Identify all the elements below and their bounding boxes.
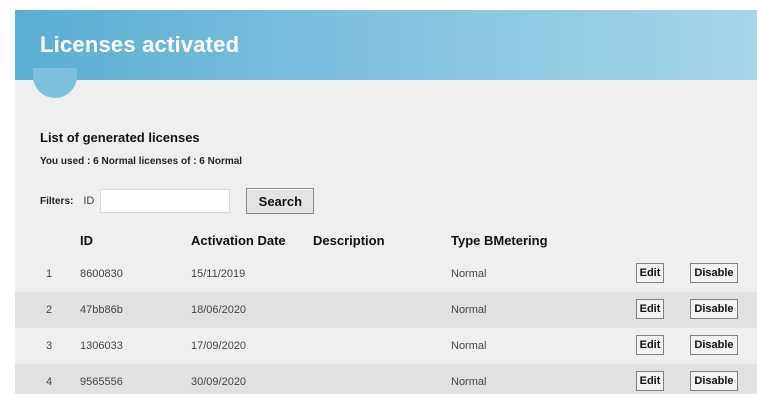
- disable-button[interactable]: Disable: [690, 335, 738, 355]
- license-id: 8600830: [80, 268, 123, 280]
- activation-date: 15/11/2019: [191, 268, 246, 280]
- page-title: Licenses activated: [40, 32, 240, 57]
- table-row: 4 9565556 30/09/2020 Normal Edit Disable: [15, 364, 757, 394]
- row-index: 2: [46, 304, 53, 316]
- id-filter-input[interactable]: [100, 189, 231, 213]
- license-type: Normal: [451, 304, 487, 316]
- license-id: 47bb86b: [80, 304, 123, 316]
- disable-button[interactable]: Disable: [690, 263, 738, 283]
- license-type: Normal: [451, 376, 487, 388]
- filters-label: Filters:: [40, 195, 74, 207]
- license-type: Normal: [451, 340, 487, 352]
- column-header-description: Description: [313, 233, 385, 248]
- list-heading: List of generated licenses: [40, 130, 200, 145]
- edit-button[interactable]: Edit: [636, 371, 664, 391]
- filters-bar: Filters: ID Search: [40, 187, 315, 215]
- activation-date: 30/09/2020: [191, 376, 247, 388]
- column-header-id: ID: [80, 233, 93, 248]
- usage-summary: You used : 6 Normal licenses of : 6 Norm…: [40, 156, 243, 167]
- banner-tab-decoration: [33, 68, 77, 98]
- id-filter-label: ID: [83, 195, 95, 207]
- edit-button[interactable]: Edit: [636, 335, 664, 355]
- license-id: 9565556: [80, 376, 123, 388]
- licenses-panel: Licenses activated List of generated lic…: [15, 10, 757, 394]
- header-banner: Licenses activated: [15, 10, 757, 80]
- column-header-activation-date: Activation Date: [191, 233, 286, 248]
- edit-button[interactable]: Edit: [636, 299, 664, 319]
- license-id: 1306033: [80, 340, 123, 352]
- row-index: 3: [46, 340, 53, 352]
- row-index: 4: [46, 376, 53, 388]
- search-button[interactable]: Search: [246, 188, 315, 214]
- edit-button[interactable]: Edit: [636, 263, 664, 283]
- table-row: 3 1306033 17/09/2020 Normal Edit Disable: [15, 328, 757, 364]
- disable-button[interactable]: Disable: [690, 371, 738, 391]
- activation-date: 18/06/2020: [191, 304, 247, 316]
- license-type: Normal: [451, 268, 487, 280]
- row-index: 1: [46, 268, 53, 280]
- activation-date: 17/09/2020: [191, 340, 247, 352]
- column-header-type: Type BMetering: [451, 233, 548, 248]
- table-row: 2 47bb86b 18/06/2020 Normal Edit Disable: [15, 292, 757, 328]
- disable-button[interactable]: Disable: [690, 299, 738, 319]
- table-row: 1 8600830 15/11/2019 Normal Edit Disable: [15, 256, 757, 292]
